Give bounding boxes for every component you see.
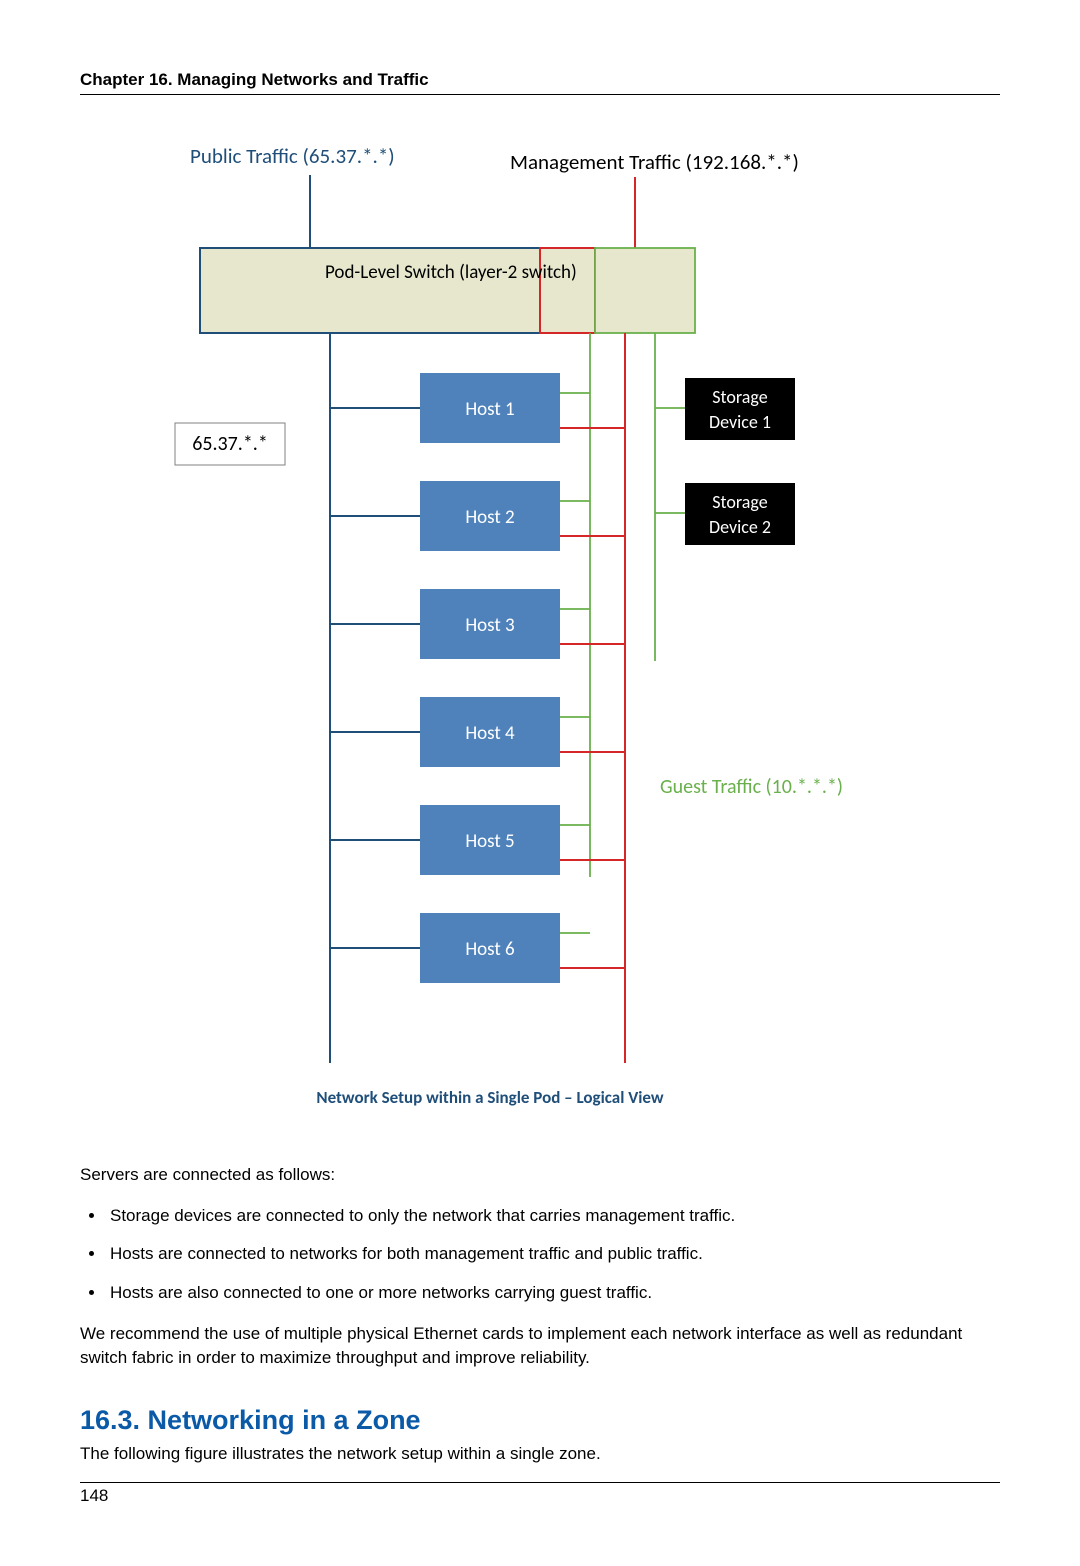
section-heading: 16.3. Networking in a Zone bbox=[80, 1405, 1000, 1436]
diagram-storage-2: Storage Device 2 bbox=[655, 483, 795, 545]
svg-text:Host 3: Host 3 bbox=[465, 614, 514, 637]
diagram-host-4: Host 4 bbox=[330, 697, 625, 767]
list-item: Hosts are also connected to one or more … bbox=[106, 1281, 1000, 1306]
diagram-label-public: Public Traffic (65.37.*.*) bbox=[190, 143, 395, 169]
section-lead: The following figure illustrates the net… bbox=[80, 1442, 1000, 1467]
svg-text:Host 2: Host 2 bbox=[465, 506, 514, 529]
svg-text:Host 1: Host 1 bbox=[465, 398, 514, 421]
svg-text:Host 5: Host 5 bbox=[465, 830, 514, 853]
diagram-label-guest: Guest Traffic (10.*.*.*) bbox=[660, 775, 843, 799]
svg-text:Device 2: Device 2 bbox=[709, 516, 771, 538]
body-intro: Servers are connected as follows: bbox=[80, 1163, 1000, 1188]
diagram-switch-label: Pod-Level Switch (layer-2 switch) bbox=[325, 261, 577, 284]
body-bullet-list: Storage devices are connected to only th… bbox=[80, 1204, 1000, 1306]
svg-text:Storage: Storage bbox=[712, 491, 767, 513]
page-number: 148 bbox=[80, 1486, 108, 1505]
diagram-label-management: Management Traffic (192.168.*.*) bbox=[510, 149, 799, 175]
diagram-host-1: Host 1 bbox=[330, 373, 625, 443]
chapter-header: Chapter 16. Managing Networks and Traffi… bbox=[80, 70, 1000, 95]
diagram-public-ip-box: 65.37.*.* bbox=[175, 423, 285, 465]
diagram-figure: Public Traffic (65.37.*.*) Management Tr… bbox=[80, 133, 1000, 1133]
diagram-pod-switch: Pod-Level Switch (layer-2 switch) bbox=[200, 248, 695, 333]
diagram-host-5: Host 5 bbox=[330, 805, 625, 875]
svg-text:Device 1: Device 1 bbox=[709, 411, 771, 433]
svg-text:Host 4: Host 4 bbox=[465, 722, 515, 745]
diagram-host-6: Host 6 bbox=[330, 913, 625, 983]
list-item: Storage devices are connected to only th… bbox=[106, 1204, 1000, 1229]
svg-text:Host 6: Host 6 bbox=[465, 938, 514, 961]
svg-text:65.37.*.*: 65.37.*.* bbox=[192, 432, 268, 456]
diagram-host-2: Host 2 bbox=[330, 481, 625, 551]
body-recommendation: We recommend the use of multiple physica… bbox=[80, 1322, 1000, 1371]
diagram-storage-1: Storage Device 1 bbox=[655, 378, 795, 440]
svg-text:Storage: Storage bbox=[712, 386, 767, 408]
page-footer: 148 bbox=[80, 1482, 1000, 1506]
diagram-caption: Network Setup within a Single Pod – Logi… bbox=[316, 1087, 664, 1108]
list-item: Hosts are connected to networks for both… bbox=[106, 1242, 1000, 1267]
diagram-host-3: Host 3 bbox=[330, 589, 625, 659]
